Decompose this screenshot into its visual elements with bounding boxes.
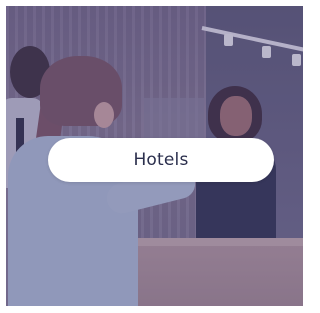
hotels-category-card[interactable]: Hotels (6, 6, 303, 306)
category-label-pill[interactable]: Hotels (48, 138, 274, 182)
category-label: Hotels (133, 150, 189, 170)
